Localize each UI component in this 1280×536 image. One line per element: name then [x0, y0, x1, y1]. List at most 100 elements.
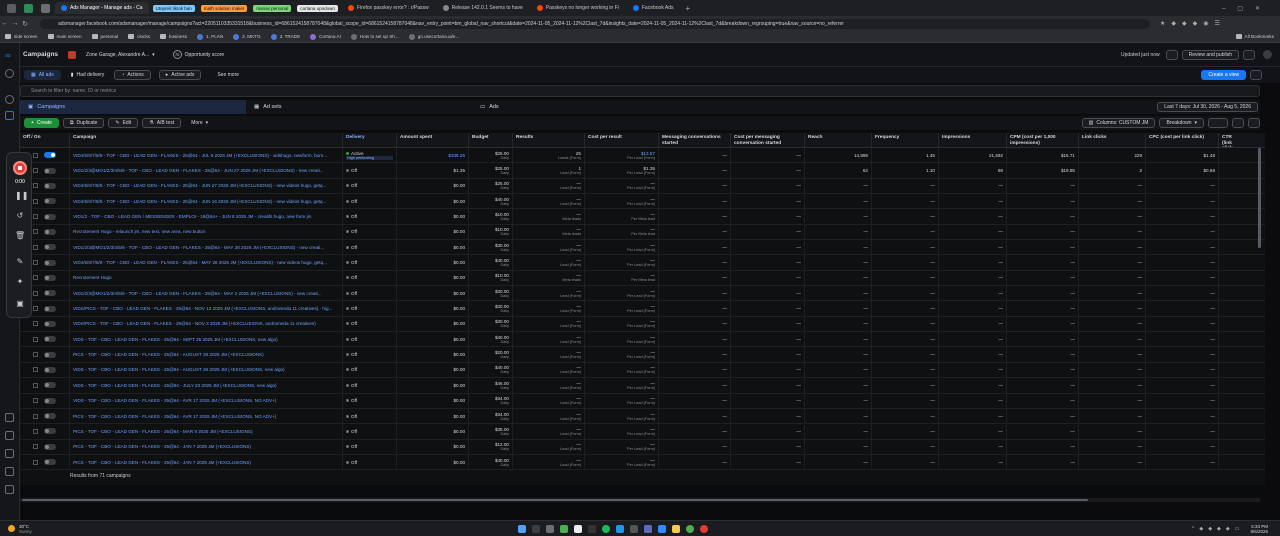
- restart-icon[interactable]: ↺: [15, 211, 25, 221]
- budget-cell[interactable]: $25.00 Daily: [469, 163, 513, 178]
- campaign-toggle[interactable]: [44, 428, 56, 435]
- table-row[interactable]: VID4/5/6/7/8/9 - TOF - CBO - LEAD GEN - …: [20, 178, 1265, 195]
- table-row[interactable]: VIDS - TOF - CBO - LEAD GEN - FLAKES - 2…: [20, 332, 1265, 348]
- capcut-icon[interactable]: [587, 524, 596, 533]
- campaign-name[interactable]: VIDS - TOF - CBO - LEAD GEN - FLAKES - 2…: [70, 393, 343, 408]
- row-checkbox[interactable]: [33, 352, 38, 358]
- draw-icon[interactable]: ✎: [15, 257, 25, 267]
- campaign-name[interactable]: PICS - TOF - CBO - LEAD GEN - FLAKES - 2…: [70, 424, 343, 439]
- zoom-icon[interactable]: [657, 524, 666, 533]
- tab-group-pill[interactable]: Utopreit tiktok ban: [152, 4, 195, 12]
- tab-firefox-passkey[interactable]: Firefox passkey error? : r/Passw: [342, 2, 435, 14]
- settings-icon[interactable]: [5, 467, 14, 476]
- more-options-button[interactable]: [1243, 49, 1255, 60]
- bookmark-how-to[interactable]: How to set up Sh...: [350, 33, 399, 40]
- tab-group-pill[interactable]: marias personal: [253, 4, 292, 12]
- budget-cell[interactable]: $34.00 Daily: [469, 408, 513, 424]
- row-checkbox[interactable]: [33, 168, 38, 174]
- row-checkbox[interactable]: [33, 459, 38, 465]
- campaign-toggle[interactable]: [44, 274, 56, 281]
- tab-group-icon[interactable]: [41, 3, 50, 13]
- campaign-name[interactable]: VID4/5/6/7/8/9 - TOF - CBO - LEAD GEN - …: [70, 255, 343, 270]
- pause-icon[interactable]: ❚❚: [15, 191, 28, 201]
- bookmark-side-screen[interactable]: side screen: [5, 34, 38, 39]
- opportunity-score-button[interactable]: 70 Opportunity score: [167, 50, 230, 60]
- table-row[interactable]: PICS - TOF - CBO - LEAD GEN - FLAKES - 2…: [20, 454, 1265, 471]
- bookmark-business[interactable]: business: [159, 34, 187, 39]
- budget-cell[interactable]: $30.00 Daily: [469, 286, 513, 301]
- refresh-button[interactable]: [1165, 49, 1178, 60]
- budget-cell[interactable]: $10.00 Daily: [469, 209, 513, 224]
- campaign-toggle[interactable]: [44, 167, 56, 174]
- vertical-scrollbar[interactable]: [1258, 148, 1261, 248]
- table-row[interactable]: VID4/5/6/7/8/9 - TOF - CBO - LEAD GEN - …: [20, 148, 1265, 164]
- weather-widget[interactable]: 30°C Sunny: [19, 524, 32, 534]
- col-cpm[interactable]: CPM (cost per 1,000 impressions): [1007, 133, 1079, 147]
- create-view-button[interactable]: Create a view: [1201, 70, 1246, 80]
- task-view-icon[interactable]: [545, 524, 554, 533]
- row-checkbox[interactable]: [33, 198, 38, 204]
- campaign-toggle[interactable]: [44, 413, 56, 420]
- file-explorer-icon[interactable]: [671, 524, 680, 533]
- system-tray-icons[interactable]: ^◆◆◆◆▭: [1192, 526, 1244, 532]
- campaign-name[interactable]: VID1/2/3@MO1/2/3/4/5/6 - TOF - CBO - LEA…: [70, 240, 343, 255]
- col-cost-per-messaging[interactable]: Cost per messaging conversation started: [731, 133, 805, 147]
- col-impressions[interactable]: Impressions: [939, 133, 1007, 147]
- bookmark-clocks[interactable]: clocks: [128, 34, 150, 39]
- row-checkbox[interactable]: [33, 444, 38, 450]
- account-icon[interactable]: [5, 69, 14, 78]
- row-checkbox[interactable]: [33, 275, 38, 281]
- row-checkbox[interactable]: [33, 183, 38, 189]
- weather-icon[interactable]: [8, 525, 15, 532]
- more-button[interactable]: More ▾: [185, 118, 214, 128]
- budget-cell[interactable]: $12.00 Daily: [469, 439, 513, 454]
- table-row[interactable]: VID1/2/3@MO1/2/3/4/5/6 - TOF - CBO - LEA…: [20, 163, 1265, 179]
- budget-cell[interactable]: $30.00 Daily: [469, 240, 513, 255]
- whatsapp-icon[interactable]: [24, 3, 33, 13]
- budget-cell[interactable]: $40.00 Daily: [469, 194, 513, 209]
- table-row[interactable]: VID4/5/6/7/8/9 - TOF - CBO - LEAD GEN - …: [20, 255, 1265, 271]
- bookmark-main-screen[interactable]: main screen: [47, 34, 82, 39]
- col-budget[interactable]: Budget: [469, 133, 513, 147]
- col-delivery[interactable]: Delivery: [343, 133, 397, 147]
- reports-icon[interactable]: [5, 449, 14, 458]
- table-row[interactable]: VID1/2/3@MO1/2/3/4/5/6 - TOF - CBO - LEA…: [20, 286, 1265, 302]
- col-link-clicks[interactable]: Link clicks: [1079, 133, 1146, 147]
- col-results[interactable]: Results: [513, 133, 585, 147]
- col-amount-spent[interactable]: Amount spent: [397, 133, 469, 147]
- campaign-toggle[interactable]: [44, 397, 56, 404]
- review-publish-button[interactable]: Review and publish: [1181, 49, 1239, 60]
- spotify-icon[interactable]: [601, 524, 610, 533]
- edit-button[interactable]: ✎ Edit: [108, 118, 139, 128]
- export-button[interactable]: [1208, 118, 1228, 128]
- tab-group-pill[interactable]: math solution maker: [200, 4, 248, 12]
- all-bookmarks[interactable]: All Bookmarks: [1235, 34, 1274, 39]
- tab-campaigns[interactable]: ▣ Campaigns: [20, 100, 246, 114]
- budget-cell[interactable]: $25.00 Daily: [469, 178, 513, 194]
- effects-icon[interactable]: ✦: [15, 277, 25, 287]
- app-icon[interactable]: [559, 524, 568, 533]
- delete-icon[interactable]: 🗑: [15, 231, 25, 241]
- menu-icon[interactable]: [5, 485, 14, 494]
- campaign-toggle[interactable]: [44, 213, 56, 220]
- table-row[interactable]: PICS - TOF - CBO - LEAD GEN - FLAKES - 2…: [20, 408, 1265, 425]
- row-checkbox[interactable]: [33, 244, 38, 250]
- campaign-name[interactable]: VIDS/PICS - TOF - CBO - LEAD GEN - FLAKE…: [70, 316, 343, 332]
- row-checkbox[interactable]: [33, 398, 38, 404]
- columns-button[interactable]: ▥ Columns: CUSTOM JM: [1081, 118, 1156, 128]
- table-row[interactable]: VIDS - TOF - CBO - LEAD GEN - FLAKES - 2…: [20, 378, 1265, 394]
- chart-toggle-button[interactable]: [1248, 118, 1260, 128]
- budget-cell[interactable]: $20.00 Daily: [469, 347, 513, 362]
- table-row[interactable]: Recrutement Hugo - relaunch jm, new text…: [20, 224, 1265, 241]
- row-checkbox[interactable]: [33, 367, 38, 373]
- campaign-name[interactable]: VID1/2/3@MO1/2/3/4/5/6 - TOF - CBO - LEA…: [70, 286, 343, 301]
- campaign-toggle[interactable]: [44, 351, 56, 358]
- search-icon[interactable]: [5, 431, 14, 440]
- col-reach[interactable]: Reach: [805, 133, 872, 147]
- budget-cell[interactable]: $10.00 Daily: [469, 224, 513, 240]
- camera-icon[interactable]: ▣: [15, 299, 25, 309]
- table-row[interactable]: VID1/2 - TOF - CBO - LEAD GEN / MESSENGE…: [20, 209, 1265, 225]
- actions-chip[interactable]: ◔ Actions: [114, 70, 151, 80]
- campaign-toggle[interactable]: [44, 259, 56, 266]
- budget-cell[interactable]: $35.00 Daily: [469, 424, 513, 439]
